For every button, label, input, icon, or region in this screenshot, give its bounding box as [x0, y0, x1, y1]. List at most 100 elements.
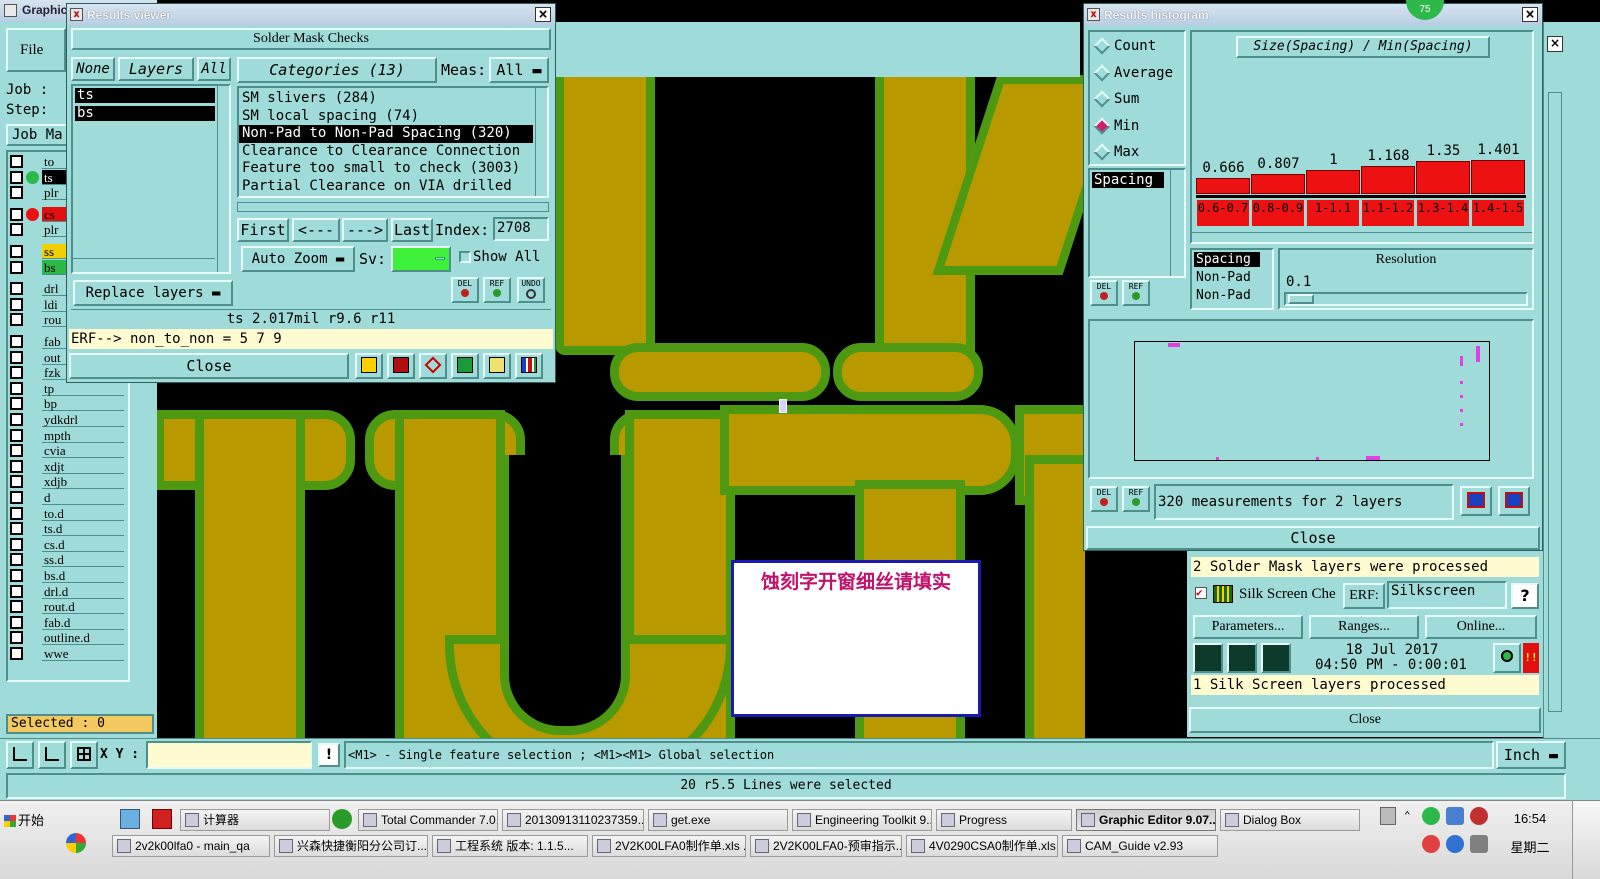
layer-checkbox[interactable]	[10, 413, 23, 426]
histogram-bar[interactable]	[1416, 161, 1470, 194]
ref-cancel-icon[interactable]	[419, 353, 447, 379]
ranges-button[interactable]: Ranges...	[1309, 615, 1419, 639]
histogram-bar[interactable]	[1471, 160, 1525, 194]
layer-checkbox[interactable]	[10, 615, 23, 629]
measure-icon[interactable]	[6, 741, 34, 769]
erf-button[interactable]: ERF:	[1343, 583, 1385, 609]
layer-checkbox[interactable]	[10, 245, 23, 258]
traffic-light-icon[interactable]	[355, 353, 383, 379]
layer-row[interactable]: ydkdrl	[10, 412, 126, 427]
category-item[interactable]: Feature too small to check (3003)	[239, 160, 533, 178]
tray-volume-icon[interactable]	[1470, 835, 1488, 853]
refresh-icon-button[interactable]: REF	[1122, 486, 1150, 512]
layers-scrollbar[interactable]	[217, 86, 229, 272]
layer-checkbox[interactable]	[10, 537, 23, 551]
layer-checkbox[interactable]	[10, 647, 23, 660]
taskbar-button[interactable]: 计算器	[180, 809, 330, 831]
categories-hscrollbar[interactable]	[237, 202, 549, 212]
results-viewer-close-button[interactable]: Close	[69, 353, 349, 379]
layer-checkbox[interactable]	[10, 444, 23, 458]
layer-checkbox[interactable]	[10, 491, 23, 504]
layer-checkbox[interactable]	[10, 170, 23, 184]
layer-checkbox[interactable]	[10, 335, 23, 348]
layer-checkbox[interactable]	[10, 631, 23, 645]
results-layer-item[interactable]: bs	[75, 106, 215, 121]
layer-row[interactable]: fab.d	[10, 614, 126, 630]
layer-row[interactable]: drl.d	[10, 583, 126, 599]
taskbar-button[interactable]: Progress	[936, 809, 1072, 831]
histogram-bar[interactable]	[1361, 165, 1415, 194]
help-button[interactable]: ?	[1511, 583, 1539, 609]
sort-icon[interactable]	[451, 353, 479, 379]
radio-icon[interactable]	[1093, 143, 1111, 161]
histogram-bar[interactable]	[1306, 169, 1360, 194]
measure-item[interactable]: Spacing	[1092, 172, 1164, 188]
replace-layers-button[interactable]: Replace layers ▬	[73, 280, 233, 306]
layer-checkbox[interactable]	[10, 569, 23, 582]
tray-security-icon[interactable]	[1470, 807, 1488, 825]
layer-row[interactable]: outline.d	[10, 630, 126, 646]
aggregate-option[interactable]: Max	[1090, 142, 1184, 164]
run-icon[interactable]	[1193, 643, 1223, 673]
layer-row[interactable]: tp	[10, 380, 126, 396]
monitor-icon[interactable]	[387, 353, 415, 379]
layer-checkbox[interactable]	[10, 366, 23, 380]
taskbar-button[interactable]: CAM_Guide v2.93	[1062, 835, 1218, 857]
layer-checkbox[interactable]	[10, 313, 23, 327]
checklist-close-button[interactable]: Close	[1189, 707, 1541, 733]
layer-checkbox[interactable]	[10, 522, 23, 536]
auto-zoom-dropdown[interactable]: Auto Zoom ▬	[241, 246, 355, 272]
show-results-icon[interactable]	[1498, 486, 1530, 516]
close-icon[interactable]: ×	[535, 7, 551, 22]
layer-checkbox[interactable]	[10, 282, 23, 296]
zoom-to-result-icon[interactable]	[1460, 486, 1492, 516]
category-item[interactable]: Clearance to Clearance Connection	[239, 143, 533, 161]
category-item[interactable]: Partial Clearance on VIA drilled	[239, 178, 533, 196]
tray-qq-icon[interactable]	[1446, 835, 1464, 853]
taskbar-button[interactable]: 2v2k00lfa0 - main_qa	[112, 835, 270, 857]
refresh-icon-button[interactable]: REF	[1122, 280, 1150, 306]
layer-row[interactable]: cs.d	[10, 536, 126, 552]
aggregate-options[interactable]: Count Average Sum Min Max	[1088, 30, 1186, 166]
layer-checkbox[interactable]	[10, 459, 23, 473]
layer-row[interactable]: cvia	[10, 443, 126, 459]
taskbar-button[interactable]: Graphic Editor 9.07...	[1076, 809, 1216, 831]
layer-row[interactable]: mpth	[10, 427, 126, 443]
tray-im-icon[interactable]	[1422, 835, 1440, 853]
delete-icon-button[interactable]: DEL	[1090, 486, 1118, 512]
menu-file[interactable]: File	[20, 42, 43, 59]
layer-row[interactable]: rout.d	[10, 599, 126, 615]
radio-icon[interactable]	[1093, 64, 1111, 81]
layer-row[interactable]: wwe	[10, 646, 126, 661]
categories-button[interactable]: Categories (13)	[237, 57, 437, 83]
layers-button[interactable]: Layers	[118, 57, 194, 81]
layer-checkbox[interactable]	[10, 584, 23, 598]
aggregate-option[interactable]: Sum	[1090, 89, 1184, 111]
first-button[interactable]: First	[237, 218, 289, 242]
tray-expand-icon[interactable]: ⌃	[1404, 809, 1416, 823]
zoom-icon[interactable]	[1493, 643, 1521, 673]
histogram-measure-list[interactable]: Spacing	[1088, 168, 1186, 278]
show-all-checkbox[interactable]	[459, 251, 471, 263]
tray-app-icon[interactable]	[1422, 807, 1440, 825]
tray-network-icon[interactable]	[1446, 807, 1464, 825]
layer-checkbox[interactable]	[10, 186, 23, 200]
aggregate-option[interactable]: Average	[1090, 63, 1184, 85]
categories-list[interactable]: SM slivers (284) SM local spacing (74) Non…	[237, 86, 549, 198]
layer-checkbox[interactable]	[10, 350, 23, 364]
taskbar-button[interactable]: Dialog Box	[1220, 809, 1360, 831]
undo-icon-button[interactable]: UNDO	[517, 277, 545, 303]
layer-row[interactable]: bs.d	[10, 568, 126, 583]
severity-color-dropdown[interactable]	[391, 246, 451, 272]
layer-checkbox[interactable]	[10, 397, 23, 411]
taskbar-button[interactable]: 兴森快捷衡阳分公司订...	[274, 835, 428, 857]
layer-row[interactable]: bp	[10, 396, 126, 412]
layer-checkbox[interactable]	[10, 155, 23, 168]
taskbar-button[interactable]: Total Commander 7.0...	[358, 809, 498, 831]
results-layers-list[interactable]: ts bs	[71, 84, 231, 274]
close-icon[interactable]: ×	[1522, 7, 1538, 22]
results-layer-item[interactable]: ts	[75, 88, 215, 103]
resolution-item[interactable]: Non-Pad	[1194, 288, 1260, 303]
category-item[interactable]: Non-Pad to Non-Pad Spacing (320)	[239, 125, 533, 143]
resolution-item[interactable]: Non-Pad	[1194, 270, 1260, 285]
